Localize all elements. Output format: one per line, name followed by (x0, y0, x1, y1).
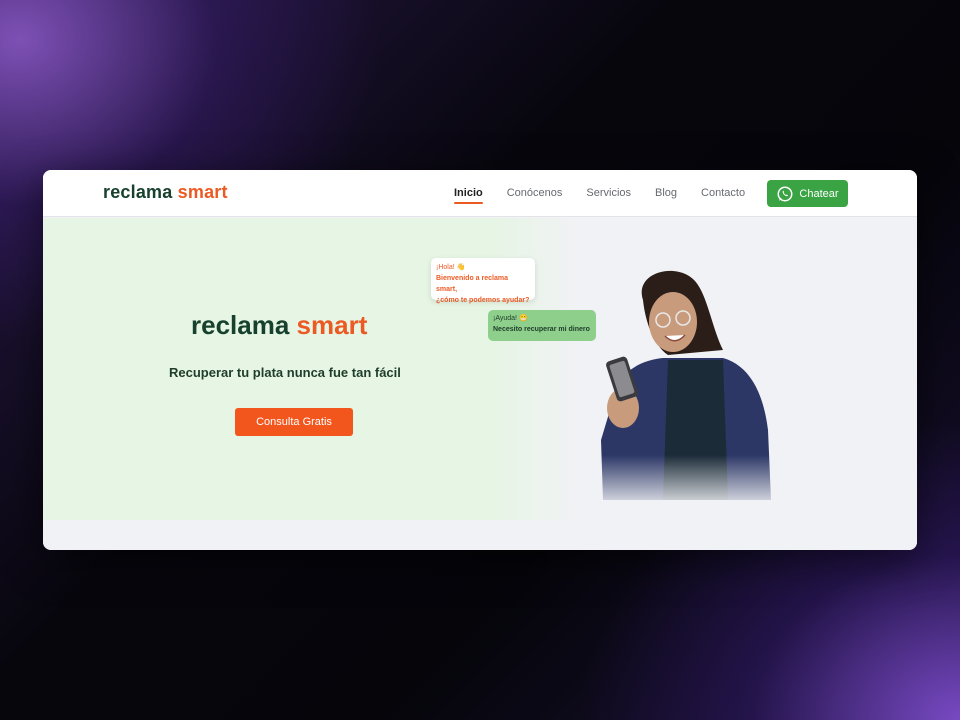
nav-inicio[interactable]: Inicio (454, 187, 483, 204)
browser-window: reclama smart Inicio Conócenos Servicios… (43, 170, 917, 550)
whatsapp-icon (777, 186, 793, 201)
nav-conocenos[interactable]: Conócenos (507, 187, 563, 199)
logo-word-smart: smart (177, 182, 228, 202)
chat-bubble-greeting: ¡Hola! 👋 Bienvenido a reclama smart, ¿có… (431, 258, 535, 304)
hero-tagline: Recuperar tu plata nunca fue tan fácil (169, 365, 401, 380)
consulta-gratis-button[interactable]: Consulta Gratis (235, 408, 353, 436)
nav-contacto[interactable]: Contacto (701, 187, 745, 199)
navbar: reclama smart Inicio Conócenos Servicios… (43, 170, 917, 217)
nav-links: Inicio Conócenos Servicios Blog Contacto (454, 187, 769, 204)
chat-button-label: Chatear (799, 187, 839, 200)
logo[interactable]: reclama smart (103, 182, 228, 203)
logo-word-reclama: reclama (103, 182, 173, 202)
section-divider (43, 520, 917, 550)
hero-person-image (573, 260, 773, 510)
nav-servicios[interactable]: Servicios (586, 187, 631, 199)
hero-logo: reclama smart (191, 310, 368, 340)
nav-blog[interactable]: Blog (655, 187, 677, 199)
chat-button[interactable]: Chatear (767, 180, 848, 207)
